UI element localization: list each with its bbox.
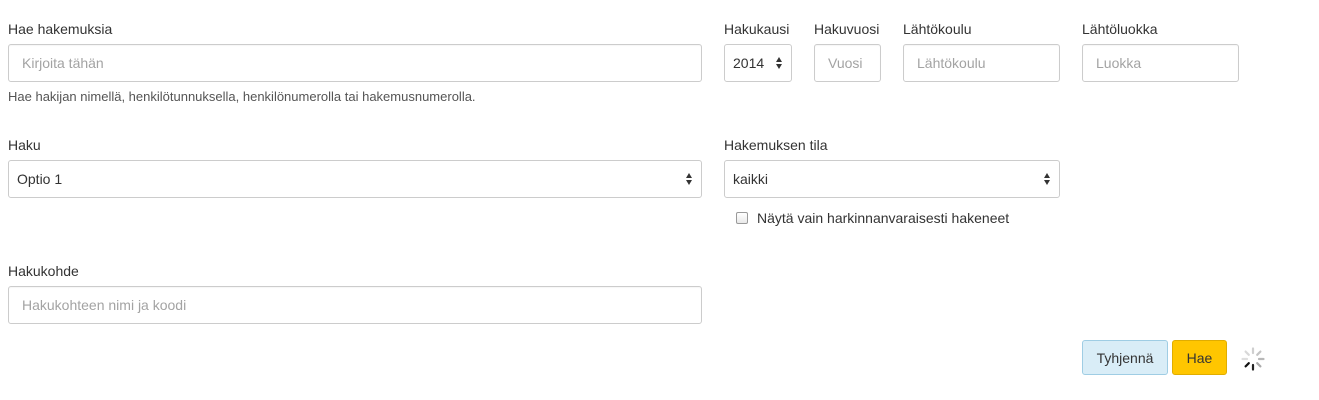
target-input[interactable]	[8, 286, 702, 324]
year-label: Hakuvuosi	[814, 21, 880, 37]
term-label: Hakukausi	[724, 21, 790, 37]
term-select-value: 2014	[733, 55, 765, 71]
grade-label: Lähtöluokka	[1082, 21, 1158, 37]
year-input[interactable]	[814, 44, 881, 82]
haku-label: Haku	[8, 137, 41, 153]
select-arrows-icon	[775, 57, 783, 69]
select-arrows-icon	[1043, 173, 1051, 185]
school-label: Lähtökoulu	[903, 21, 972, 37]
target-label: Hakukohde	[8, 263, 79, 279]
grade-input[interactable]	[1082, 44, 1239, 82]
status-label: Hakemuksen tila	[724, 137, 828, 153]
school-input[interactable]	[903, 44, 1060, 82]
haku-select-value: Optio 1	[17, 171, 63, 187]
discretionary-checkbox-label: Näytä vain harkinnanvaraisesti hakeneet	[757, 210, 1010, 226]
search-label: Hae hakemuksia	[8, 21, 113, 37]
select-arrows-icon	[685, 173, 693, 185]
term-select[interactable]: 2014	[724, 44, 792, 82]
haku-select[interactable]: Optio 1	[8, 160, 702, 198]
search-button[interactable]: Hae	[1172, 340, 1227, 375]
clear-button[interactable]: Tyhjennä	[1082, 340, 1168, 375]
search-form: Hae hakemuksia Hae hakijan nimellä, henk…	[0, 0, 1319, 400]
loading-spinner-icon	[1241, 347, 1265, 371]
status-select-value: kaikki	[733, 171, 769, 187]
search-help-text: Hae hakijan nimellä, henkilötunnuksella,…	[8, 89, 476, 104]
search-input[interactable]	[8, 44, 702, 82]
status-select[interactable]: kaikki	[724, 160, 1060, 198]
discretionary-checkbox[interactable]	[736, 212, 748, 224]
